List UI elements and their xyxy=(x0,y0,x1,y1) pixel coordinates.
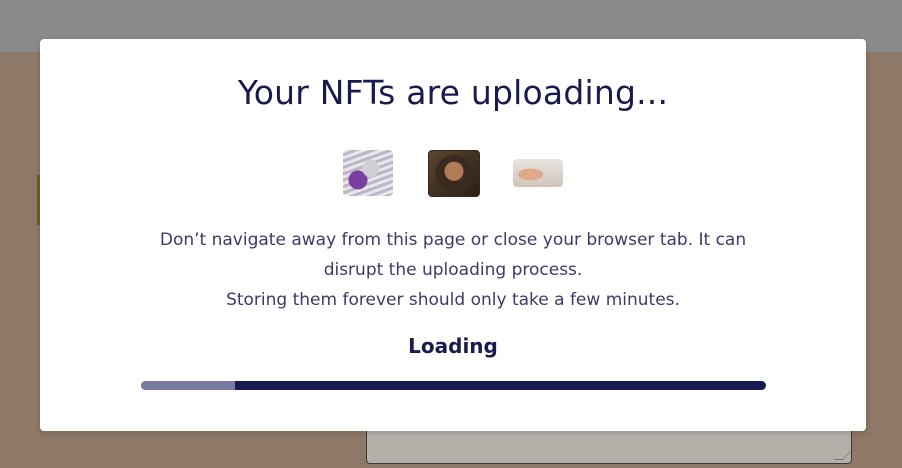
message-line-2: disrupt the uploading process. xyxy=(323,260,583,280)
upload-progress-fill xyxy=(141,381,235,390)
nft-thumbnail-2 xyxy=(428,150,480,197)
resize-handle-icon xyxy=(833,451,852,460)
nft-thumbnail-3 xyxy=(513,159,563,187)
message-line-1: Don’t navigate away from this page or cl… xyxy=(159,230,747,250)
message-line-3: Storing them forever should only take a … xyxy=(226,290,680,310)
loading-label: Loading xyxy=(408,334,498,358)
nft-thumbnail-1 xyxy=(343,150,393,196)
upload-warning-message: Don’t navigate away from this page or cl… xyxy=(40,225,866,315)
modal-title: Your NFTs are uploading... xyxy=(237,73,669,112)
upload-progress-modal: Your NFTs are uploading... Don’t navigat… xyxy=(40,39,866,431)
upload-progress-bar xyxy=(141,381,766,390)
